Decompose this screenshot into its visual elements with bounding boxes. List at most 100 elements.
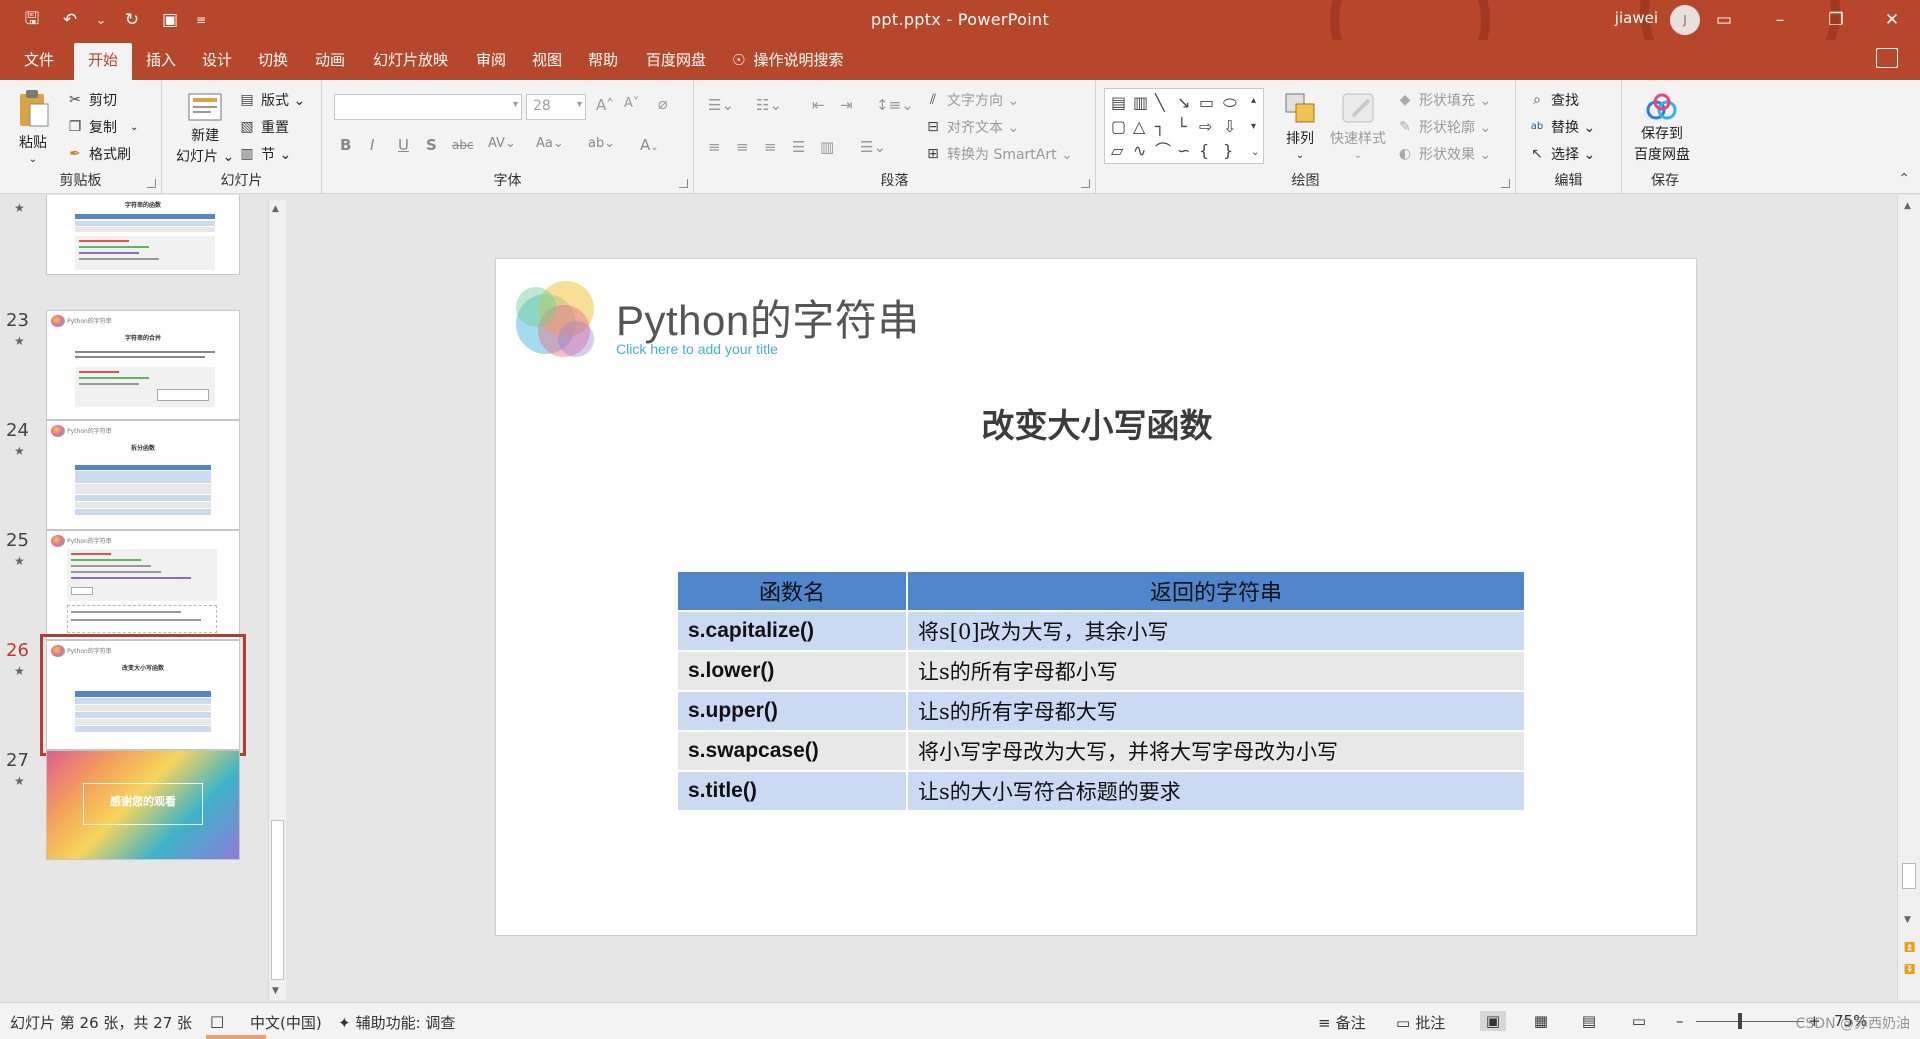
comments-button[interactable]: ▭ 批注 [1396, 1012, 1445, 1033]
zoom-slider-handle[interactable] [1738, 1013, 1742, 1029]
italic-icon[interactable]: I [370, 136, 374, 154]
clipboard-launcher-icon[interactable] [147, 179, 156, 188]
clear-formatting-icon[interactable]: ⌀ [658, 94, 668, 113]
scrollbar-thumb[interactable] [1902, 863, 1916, 889]
normal-view-icon[interactable]: ▣ [1480, 1011, 1506, 1031]
table-cell-description[interactable]: 将s[0]改为大写，其余小写 [908, 612, 1526, 652]
font-color-icon[interactable]: A⌄ [640, 136, 659, 154]
close-icon[interactable]: ✕ [1864, 0, 1920, 40]
vertical-textbox-shape-icon[interactable]: ▥ [1133, 95, 1148, 111]
accessibility-button[interactable]: ✦ 辅助功能: 调查 [338, 1012, 455, 1033]
ribbon-display-options-icon[interactable]: ▭ [1696, 0, 1752, 40]
align-text-button[interactable]: ⊟ 对齐文本 ⌄ [924, 117, 1019, 137]
align-center-icon[interactable]: ≡ [736, 138, 749, 156]
right-brace-shape-icon[interactable]: } [1223, 143, 1233, 159]
thumbnail-scrollbar[interactable]: ▲ ▼ [268, 200, 286, 1000]
scribble-shape-icon[interactable]: ∿ [1133, 143, 1146, 159]
current-slide[interactable]: Python的字符串 Click here to add your title … [495, 258, 1697, 936]
replace-button[interactable]: ab 替换 ⌄ [1528, 117, 1595, 137]
tab-design[interactable]: 设计 [198, 49, 236, 70]
table-cell-function[interactable]: s.upper() [678, 692, 908, 732]
increase-font-icon[interactable]: A˄ [596, 96, 614, 114]
layout-button[interactable]: ▤ 版式 ⌄ [238, 90, 305, 110]
bullets-icon[interactable]: ☰⌄ [708, 96, 734, 114]
left-brace-shape-icon[interactable]: { [1199, 143, 1209, 159]
drawing-launcher-icon[interactable] [1501, 179, 1510, 188]
quick-styles-button[interactable]: 快速样式 ⌄ [1330, 90, 1386, 161]
reset-button[interactable]: ▧ 重置 [238, 117, 289, 137]
scroll-down-icon[interactable]: ▼ [272, 986, 279, 996]
editor-scrollbar[interactable]: ▲ ▼ ⏫ ⏬ [1897, 195, 1920, 1000]
tab-help[interactable]: 帮助 [584, 49, 622, 70]
slide-thumbnail[interactable]: Python的字符串 字符串的合并 [46, 310, 240, 420]
spell-check-icon[interactable]: □ [210, 1012, 224, 1030]
restore-icon[interactable]: ❐ [1808, 0, 1864, 40]
highlight-color-icon[interactable]: ab⌄ [588, 136, 615, 151]
slide-header[interactable]: Python的字符串 [616, 287, 920, 348]
language-indicator[interactable]: 中文(中国) [250, 1012, 322, 1033]
tell-me-search[interactable]: ☉ 操作说明搜索 [732, 49, 843, 70]
tab-insert[interactable]: 插入 [142, 49, 180, 70]
rounded-rect-shape-icon[interactable]: ▢ [1111, 119, 1126, 135]
bold-icon[interactable]: B [340, 136, 351, 154]
triangle-shape-icon[interactable]: △ [1133, 119, 1145, 135]
slide-info[interactable]: 幻灯片 第 26 张，共 27 张 [10, 1012, 192, 1033]
copy-button[interactable]: ❐ 复制 ⌄ [66, 117, 139, 137]
table-cell-description[interactable]: 让s的所有字母都小写 [908, 652, 1526, 692]
previous-slide-icon[interactable]: ⏫ [1904, 943, 1915, 953]
thumbnail-entry[interactable]: 24 ★ Python的字符串 拆分函数 [0, 420, 270, 545]
decrease-font-icon[interactable]: A˅ [624, 96, 639, 111]
tab-transitions[interactable]: 切换 [254, 49, 292, 70]
format-painter-button[interactable]: ✒ 格式刷 [66, 144, 131, 164]
gallery-scroll-down-icon[interactable]: ▾ [1251, 119, 1256, 135]
slide-sorter-icon[interactable]: ▦ [1528, 1011, 1554, 1031]
section-button[interactable]: ▥ 节 ⌄ [238, 144, 291, 164]
text-shadow-icon[interactable]: S [426, 136, 437, 154]
slide-thumbnail[interactable]: Python的字符串 拆分函数 [46, 420, 240, 530]
textbox-shape-icon[interactable]: ▤ [1111, 95, 1126, 111]
tab-baidu-netdisk[interactable]: 百度网盘 [642, 49, 710, 70]
paragraph-launcher-icon[interactable] [1081, 179, 1090, 188]
tab-animations[interactable]: 动画 [311, 49, 349, 70]
curve-shape-icon[interactable]: ∽ [1177, 143, 1190, 159]
slide-title[interactable]: 改变大小写函数 [496, 399, 1698, 447]
thumbnail-entry[interactable]: 27 ★ 感谢您的观看 [0, 750, 270, 875]
collapse-ribbon-icon[interactable]: ⌃ [1898, 171, 1910, 187]
thumbnail-entry[interactable]: ★ 字符串的函数 [0, 195, 270, 295]
decrease-indent-icon[interactable]: ⇤ [812, 96, 825, 114]
zoom-slider[interactable] [1696, 1021, 1804, 1022]
line-shape-icon[interactable]: ╲ [1155, 95, 1165, 111]
arrow-shape-icon[interactable]: ↘ [1177, 95, 1190, 111]
tab-review[interactable]: 审阅 [472, 49, 510, 70]
elbow-arrow-icon[interactable]: └ [1177, 119, 1187, 135]
select-button[interactable]: ↖ 选择 ⌄ [1528, 144, 1595, 164]
user-name[interactable]: jiawei [1615, 9, 1658, 27]
columns-icon[interactable]: ▥ [820, 138, 834, 156]
freeform-shape-icon[interactable]: ▱ [1111, 143, 1123, 159]
justify-icon[interactable]: ☰ [792, 138, 805, 156]
cut-button[interactable]: ✂ 剪切 [66, 90, 117, 110]
table-cell-description[interactable]: 让s的所有字母都大写 [908, 692, 1526, 732]
character-spacing-icon[interactable]: AV⌄ [488, 136, 516, 151]
shapes-gallery[interactable]: ▤ ▥ ╲ ↘ ▭ ⬭ ▢ △ ┐ └ ⇨ ⇩ ▱ ∿ ⌒ ∽ { } ▴ ▾ … [1104, 88, 1264, 164]
align-right-icon[interactable]: ≡ [764, 138, 777, 156]
table-cell-function[interactable]: s.capitalize() [678, 612, 908, 652]
numbering-icon[interactable]: ☷⌄ [756, 96, 782, 114]
zoom-out-icon[interactable]: – [1676, 1012, 1684, 1030]
rectangle-shape-icon[interactable]: ▭ [1199, 95, 1214, 111]
subtitle-placeholder[interactable]: Click here to add your title [616, 341, 778, 357]
text-direction-button[interactable]: ⫽ 文字方向 ⌄ [924, 90, 1019, 110]
table-cell-function[interactable]: s.lower() [678, 652, 908, 692]
gallery-more-icon[interactable]: ⌄ [1251, 145, 1259, 161]
scroll-up-icon[interactable]: ▲ [272, 204, 279, 214]
scroll-down-icon[interactable]: ▼ [1904, 915, 1911, 925]
font-size-combo[interactable]: 28 ▾ [526, 94, 586, 120]
slide-thumbnail[interactable]: Python的字符串 [46, 530, 240, 640]
thumbnail-entry[interactable]: 25 ★ Python的字符串 [0, 530, 270, 655]
paragraph-align-icon[interactable]: ☰⌄ [860, 138, 886, 156]
strikethrough-icon[interactable]: abc [452, 138, 474, 152]
paste-button[interactable]: 粘贴 ⌄ [14, 88, 52, 165]
table-cell-function[interactable]: s.title() [678, 772, 908, 812]
save-to-netdisk-button[interactable]: 保存到 百度网盘 [1634, 92, 1690, 164]
table-header-cell[interactable]: 函数名 [678, 572, 908, 612]
